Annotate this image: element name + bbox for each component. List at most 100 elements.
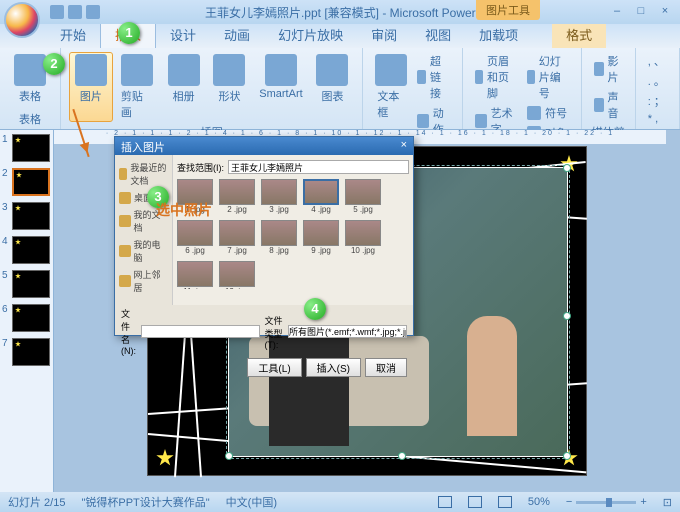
ribbon-页眉和页脚[interactable]: 页眉和页脚 bbox=[471, 52, 521, 102]
address-label: 查找范围(I): bbox=[177, 161, 224, 174]
resize-handle[interactable] bbox=[563, 312, 571, 320]
file-thumb[interactable]: 9 .jpg bbox=[303, 220, 339, 255]
file-thumb[interactable]: 11 .jpg bbox=[177, 261, 213, 289]
maximize-button[interactable]: □ bbox=[632, 5, 650, 19]
place-我最近的文档[interactable]: 我最近的文档 bbox=[119, 159, 168, 189]
ribbon-符号[interactable]: 符号 bbox=[523, 104, 573, 122]
symbol-btn[interactable]: * , bbox=[644, 112, 669, 126]
ribbon-small-icon bbox=[417, 70, 426, 84]
group-label: 表格 bbox=[8, 109, 52, 127]
zoom-in-button[interactable]: + bbox=[640, 496, 646, 508]
save-icon[interactable] bbox=[50, 5, 64, 19]
ribbon-声音[interactable]: 声音 bbox=[590, 88, 627, 122]
symbol-btn[interactable]: , 、 bbox=[644, 52, 669, 70]
ribbon-icon bbox=[375, 54, 407, 86]
ribbon-icon bbox=[14, 54, 46, 86]
file-thumb[interactable]: 7 .jpg bbox=[219, 220, 255, 255]
resize-handle[interactable] bbox=[225, 452, 233, 460]
insert-button[interactable]: 插入(S) bbox=[306, 358, 361, 377]
folder-icon bbox=[119, 168, 127, 180]
status-bar: 幻灯片 2/15 "锐得杯PPT设计大赛作品" 中文(中国) 50% − + ⊡ bbox=[0, 492, 680, 512]
filename-input[interactable] bbox=[141, 325, 260, 338]
folder-icon bbox=[119, 245, 131, 257]
language: 中文(中国) bbox=[226, 494, 277, 510]
symbol-btn[interactable]: : ； bbox=[644, 92, 669, 110]
insert-picture-dialog: 插入图片 × 我最近的文档桌面我的文档我的电脑网上邻居 查找范围(I): 1 .… bbox=[114, 136, 414, 336]
office-button[interactable] bbox=[4, 2, 40, 38]
callout-1: 1 bbox=[118, 22, 140, 44]
ribbon-icon bbox=[75, 54, 107, 86]
star-icon bbox=[156, 449, 174, 467]
tab-开始[interactable]: 开始 bbox=[46, 21, 100, 48]
folder-icon bbox=[119, 192, 131, 204]
resize-handle[interactable] bbox=[398, 452, 406, 460]
file-thumb[interactable]: 8 .jpg bbox=[261, 220, 297, 255]
tools-button[interactable]: 工具(L) bbox=[247, 358, 301, 377]
ribbon-幻灯片编号[interactable]: 幻灯片编号 bbox=[523, 52, 573, 102]
file-thumb[interactable]: 5 .jpg bbox=[345, 179, 381, 214]
slide-thumb-5[interactable]: 5 bbox=[2, 270, 51, 298]
file-thumb[interactable]: 2 .jpg bbox=[219, 179, 255, 214]
resize-handle[interactable] bbox=[563, 452, 571, 460]
fit-to-window-icon[interactable]: ⊡ bbox=[663, 496, 672, 509]
ribbon-图片[interactable]: 图片 bbox=[69, 52, 113, 122]
redo-icon[interactable] bbox=[86, 5, 100, 19]
undo-icon[interactable] bbox=[68, 5, 82, 19]
photo-content bbox=[467, 316, 517, 436]
ribbon-small-icon bbox=[417, 114, 428, 128]
dialog-close-icon[interactable]: × bbox=[401, 139, 407, 153]
file-thumb[interactable]: 10 .jpg bbox=[345, 220, 381, 255]
view-slideshow-icon[interactable] bbox=[498, 496, 512, 508]
cancel-button[interactable]: 取消 bbox=[365, 358, 407, 377]
quick-access-toolbar bbox=[50, 5, 100, 19]
folder-icon bbox=[119, 275, 131, 287]
ribbon: 表格表格图片剪贴画相册形状SmartArt图表插图文本框超链接动作链接页眉和页脚… bbox=[0, 48, 680, 130]
tab-视图[interactable]: 视图 bbox=[411, 21, 465, 48]
callout-3-text: 选中照片 bbox=[156, 200, 212, 220]
slide-thumb-2[interactable]: 2 bbox=[2, 168, 51, 196]
ribbon-相册[interactable]: 相册 bbox=[162, 52, 206, 122]
tab-contextual[interactable]: 格式 bbox=[552, 21, 606, 48]
slide-thumb-3[interactable]: 3 bbox=[2, 202, 51, 230]
filetype-input[interactable] bbox=[288, 325, 407, 338]
callout-4: 4 bbox=[304, 298, 326, 320]
tab-加载项[interactable]: 加载项 bbox=[465, 21, 532, 48]
slide-thumb-1[interactable]: 1 bbox=[2, 134, 51, 162]
view-normal-icon[interactable] bbox=[438, 496, 452, 508]
ribbon-SmartArt[interactable]: SmartArt bbox=[253, 52, 308, 122]
ribbon-形状[interactable]: 形状 bbox=[208, 52, 252, 122]
resize-handle[interactable] bbox=[563, 164, 571, 172]
ribbon-small-icon bbox=[594, 98, 604, 112]
symbol-btn[interactable]: . 。 bbox=[644, 72, 669, 90]
file-thumb[interactable]: 6 .jpg bbox=[177, 220, 213, 255]
file-thumb[interactable]: 12 .jpg bbox=[219, 261, 255, 289]
close-button[interactable]: × bbox=[656, 5, 674, 19]
ribbon-图表[interactable]: 图表 bbox=[311, 52, 355, 122]
ribbon-icon bbox=[168, 54, 200, 86]
place-我的电脑[interactable]: 我的电脑 bbox=[119, 236, 168, 266]
ribbon-small-icon bbox=[527, 70, 535, 84]
ribbon-icon bbox=[265, 54, 297, 86]
tab-审阅[interactable]: 审阅 bbox=[357, 21, 411, 48]
ribbon-icon bbox=[121, 54, 153, 86]
slide-thumb-7[interactable]: 7 bbox=[2, 338, 51, 366]
place-网上邻居[interactable]: 网上邻居 bbox=[119, 266, 168, 296]
view-sorter-icon[interactable] bbox=[468, 496, 482, 508]
file-thumb[interactable]: 3 .jpg bbox=[261, 179, 297, 214]
zoom-out-button[interactable]: − bbox=[566, 496, 572, 508]
slide-thumb-4[interactable]: 4 bbox=[2, 236, 51, 264]
zoom-value[interactable]: 50% bbox=[528, 496, 550, 508]
tab-幻灯片放映[interactable]: 幻灯片放映 bbox=[264, 21, 357, 48]
zoom-slider[interactable] bbox=[576, 501, 636, 504]
ribbon-超链接[interactable]: 超链接 bbox=[413, 52, 454, 102]
minimize-button[interactable]: – bbox=[608, 5, 626, 19]
ribbon-剪贴画[interactable]: 剪贴画 bbox=[115, 52, 160, 122]
file-thumb[interactable]: 4 .jpg bbox=[303, 179, 339, 214]
tab-设计[interactable]: 设计 bbox=[156, 21, 210, 48]
tab-动画[interactable]: 动画 bbox=[210, 21, 264, 48]
ribbon-tabs: 开始插入设计动画幻灯片放映审阅视图加载项格式 bbox=[0, 24, 680, 48]
ribbon-影片[interactable]: 影片 bbox=[590, 52, 627, 86]
address-input[interactable] bbox=[228, 160, 409, 174]
slide-thumb-6[interactable]: 6 bbox=[2, 304, 51, 332]
ribbon-文本框[interactable]: 文本框 bbox=[371, 52, 411, 138]
